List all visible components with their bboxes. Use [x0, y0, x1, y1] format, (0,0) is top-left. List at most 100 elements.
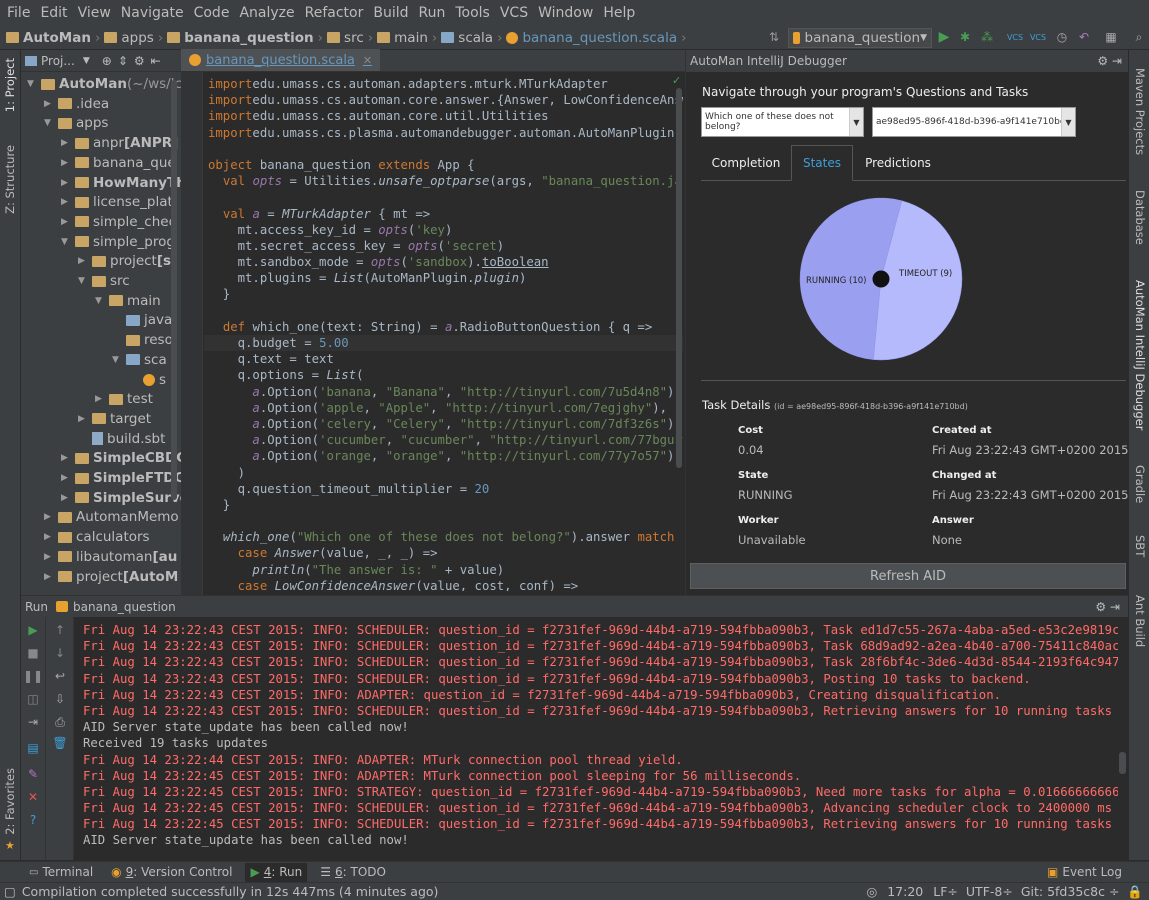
tab-version-control[interactable]: ◉ 9: Version Control [106, 863, 237, 882]
expand-right-icon[interactable]: ▶ [44, 532, 54, 542]
expand-down-icon[interactable]: ▼ [78, 276, 88, 286]
pin-icon[interactable]: ✎ [26, 767, 40, 781]
expand-down-icon[interactable]: ▼ [112, 355, 122, 365]
scroll-to-end-icon[interactable]: ⇩ [53, 692, 67, 706]
project-structure-icon[interactable]: ▦ [1103, 29, 1119, 45]
structure-tool-tab[interactable]: Z: Structure [3, 145, 17, 214]
tree-item[interactable]: ▶ banana_que [61, 153, 176, 173]
breadcrumb-src[interactable]: src › [327, 30, 373, 46]
tree-item[interactable]: ▶ SimpleCBDC [61, 448, 186, 468]
tree-item[interactable]: ▼ src [78, 271, 130, 291]
tree-item[interactable]: ▶ SimpleSurve [61, 488, 189, 508]
vcs-push-icon[interactable]: VCS [1030, 29, 1046, 45]
expand-right-icon[interactable]: ▶ [44, 99, 54, 109]
lock-icon[interactable]: 🔒 [1127, 884, 1143, 900]
expand-right-icon[interactable]: ▶ [44, 552, 54, 562]
expand-right-icon[interactable]: ▶ [61, 473, 71, 483]
help-icon[interactable]: ? [26, 813, 40, 827]
run-icon[interactable]: ▶ [936, 29, 952, 45]
menu-file[interactable]: File [2, 0, 35, 26]
hide-icon[interactable]: ⇤ [151, 54, 161, 68]
expand-right-icon[interactable]: ▶ [44, 512, 54, 522]
breadcrumb-main[interactable]: main › [377, 30, 437, 46]
editor-tab-banana-question[interactable]: banana_question.scala ✕ [181, 49, 381, 71]
expand-right-icon[interactable]: ▶ [44, 572, 54, 582]
editor-scrollbar[interactable] [676, 88, 682, 468]
menu-navigate[interactable]: Navigate [116, 0, 189, 26]
tab-completion[interactable]: Completion [705, 145, 787, 181]
print-icon[interactable]: ⎙ [53, 715, 67, 729]
chevron-down-icon[interactable]: ▼ [83, 56, 90, 66]
close-icon[interactable]: ✕ [26, 790, 40, 804]
console-output[interactable]: Fri Aug 14 23:22:43 CEST 2015: INFO: SCH… [83, 622, 1118, 852]
expand-right-icon[interactable]: ▶ [61, 453, 71, 463]
menu-view[interactable]: View [73, 0, 116, 26]
tab-terminal[interactable]: ▭ Terminal [24, 863, 98, 882]
task-select[interactable]: ae98ed95-896f-418d-b396-a9f141e710bd ▼ [872, 107, 1076, 137]
project-scrollbar[interactable] [171, 80, 177, 500]
sync-icon[interactable]: ⊕ [102, 54, 112, 68]
coverage-icon[interactable]: ⁂ [979, 29, 995, 45]
tree-item[interactable]: ▶ AutomanMemo [44, 507, 179, 527]
exit-icon[interactable]: ⇥ [26, 715, 40, 729]
tree-item[interactable]: ▶ license_plat [61, 192, 173, 212]
expand-down-icon[interactable]: ▼ [95, 296, 105, 306]
refresh-aid-button[interactable]: Refresh AID [690, 563, 1126, 589]
menu-code[interactable]: Code [189, 0, 235, 26]
stop-icon[interactable]: ■ [26, 646, 40, 660]
tab-event-log[interactable]: ▣ Event Log [1042, 863, 1127, 882]
question-select[interactable]: Which one of these does not belong? ▼ [701, 107, 864, 137]
expand-down-icon[interactable]: ▼ [61, 237, 71, 247]
database-tool-tab[interactable]: Database [1133, 190, 1147, 245]
collapse-icon[interactable]: ⇕ [118, 54, 128, 68]
settings-gear-icon[interactable]: ⚙ [134, 54, 145, 68]
menu-build[interactable]: Build [368, 0, 413, 26]
dump-threads-icon[interactable]: ◫ [26, 692, 40, 706]
expand-right-icon[interactable]: ▶ [61, 217, 71, 227]
automan-debugger-tool-tab[interactable]: AutoMan IntelliJ Debugger [1133, 280, 1147, 430]
debug-icon[interactable]: ✱ [957, 29, 973, 45]
arrow-up-icon[interactable]: ↑ [53, 623, 67, 637]
menu-edit[interactable]: Edit [35, 0, 72, 26]
arrow-down-icon[interactable]: ↓ [53, 646, 67, 660]
trash-icon[interactable]: 🗑 [52, 736, 67, 750]
settings-gear-icon[interactable]: ⚙ ⇥ [1097, 54, 1122, 68]
tree-item[interactable]: ▶ target [78, 409, 151, 429]
caret-position[interactable]: 17:20 [887, 884, 923, 899]
expand-right-icon[interactable]: ▶ [61, 178, 71, 188]
tree-item[interactable]: ▶ test [95, 389, 153, 409]
tree-item[interactable]: ▶ simple_chec [61, 212, 176, 232]
expand-down-icon[interactable]: ▼ [27, 79, 37, 89]
tab-todo[interactable]: ☰ 6: TODO [315, 863, 391, 882]
menu-run[interactable]: Run [414, 0, 451, 26]
menu-help[interactable]: Help [598, 0, 640, 26]
close-icon[interactable]: ✕ [363, 54, 372, 67]
tree-item[interactable]: s [129, 370, 166, 390]
favorites-tool-tab[interactable]: 2: Favorites [3, 768, 17, 835]
tab-predictions[interactable]: Predictions [858, 145, 938, 181]
sbt-tool-tab[interactable]: SBT [1133, 535, 1147, 557]
pause-icon[interactable]: ❚❚ [23, 669, 43, 683]
ant-tool-tab[interactable]: Ant Build [1133, 595, 1147, 647]
tree-item[interactable]: ▶ anpr [ANPR] [61, 133, 178, 153]
expand-right-icon[interactable]: ▶ [95, 394, 105, 404]
tab-states[interactable]: States [791, 145, 853, 181]
file-encoding[interactable]: UTF-8÷ [966, 884, 1013, 899]
tree-item[interactable]: ▶ calculators [44, 527, 150, 547]
breadcrumb-apps[interactable]: apps › [104, 30, 163, 46]
console-scrollbar[interactable] [1119, 752, 1126, 774]
menu-refactor[interactable]: Refactor [300, 0, 369, 26]
layout-icon[interactable]: ▤ [26, 741, 40, 755]
tree-item[interactable]: ▼ apps [44, 113, 108, 133]
breadcrumb-banana-question[interactable]: banana_question › [167, 30, 323, 46]
rerun-icon[interactable]: ▶ [26, 623, 40, 637]
tree-item[interactable]: ▶ project [s [78, 251, 171, 271]
line-separator[interactable]: LF÷ [933, 884, 958, 899]
expand-right-icon[interactable]: ▶ [78, 414, 88, 424]
breadcrumb-file[interactable]: banana_question.scala › [506, 30, 687, 46]
tree-item[interactable]: build.sbt [78, 429, 165, 449]
soft-wrap-icon[interactable]: ↩ [53, 669, 67, 683]
search-icon[interactable]: ⌕ [1131, 29, 1147, 45]
expand-right-icon[interactable]: ▶ [78, 256, 88, 266]
git-branch[interactable]: Git: 5fd35c8c ÷ [1021, 884, 1120, 899]
